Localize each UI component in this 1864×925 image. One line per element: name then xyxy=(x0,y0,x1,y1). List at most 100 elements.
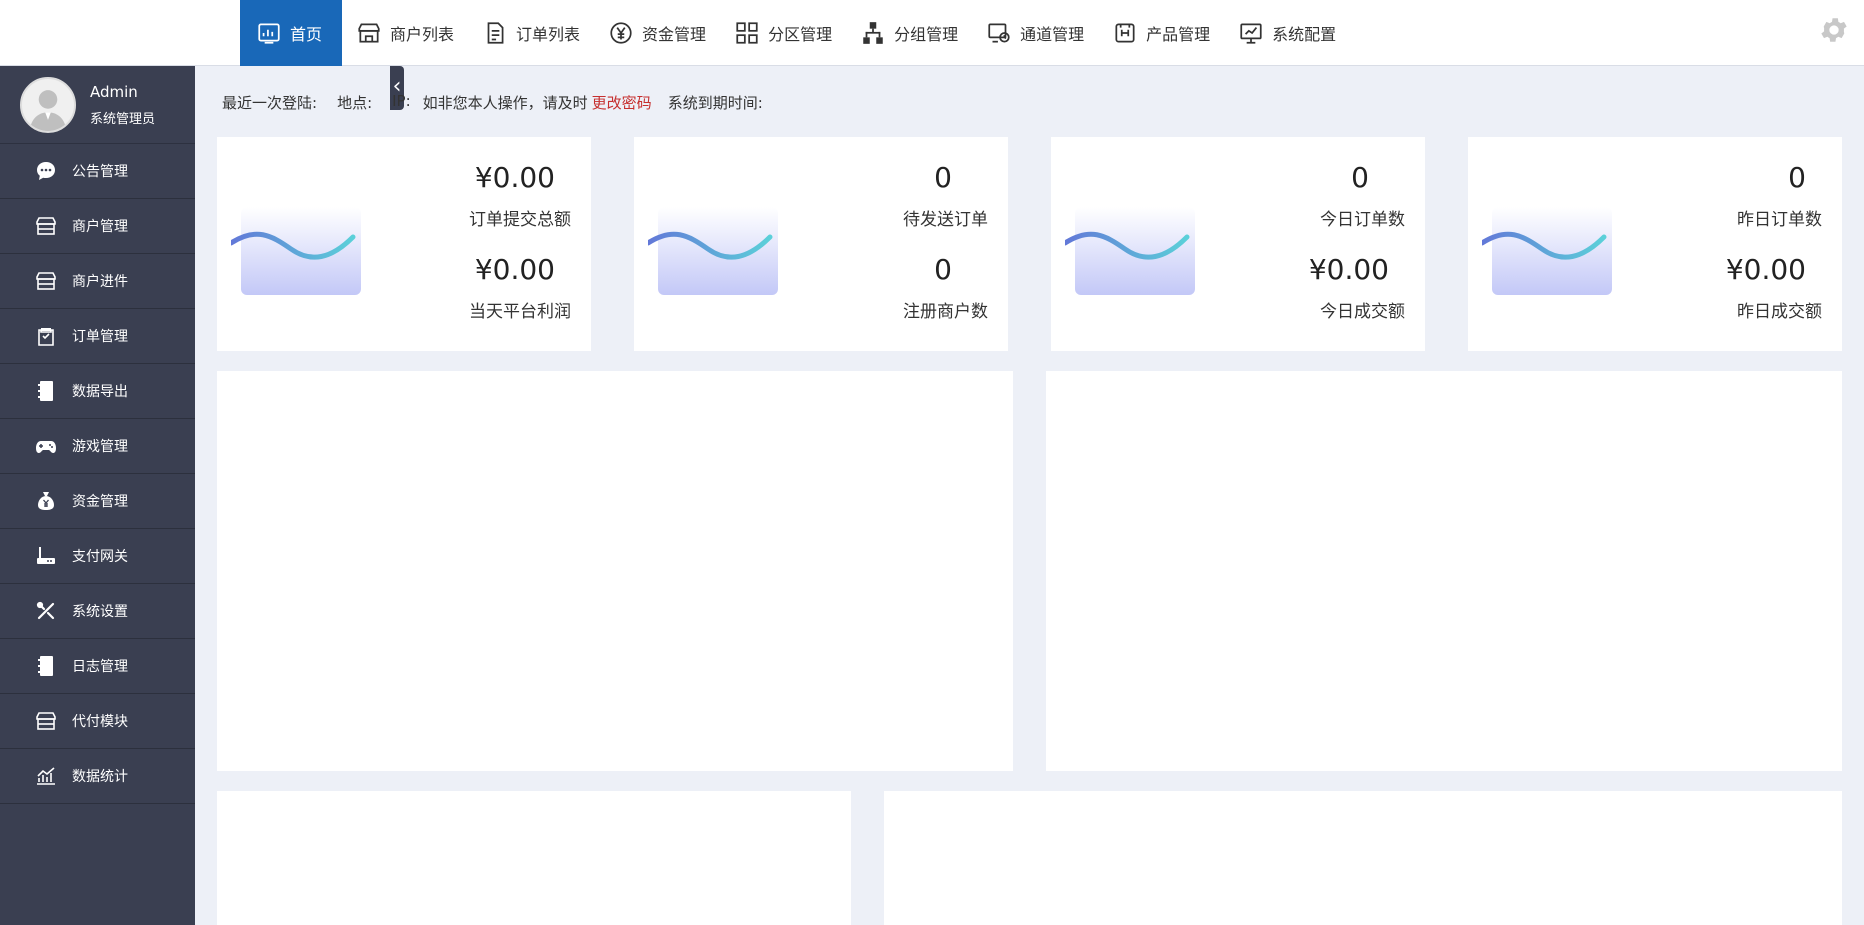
nav-label: 商户列表 xyxy=(390,25,455,44)
chart-panel-bottom-left xyxy=(217,791,851,925)
nav-item-zones[interactable]: 分区管理 xyxy=(720,0,846,66)
sidebar-item-data-export[interactable]: 数据导出 xyxy=(0,364,195,419)
nav-item-funds[interactable]: 资金管理 xyxy=(594,0,720,66)
nav-item-home[interactable]: 首页 xyxy=(240,0,343,66)
money-bag-icon xyxy=(38,492,54,510)
sidebar-item-game-management[interactable]: 游戏管理 xyxy=(0,419,195,474)
sidebar-item-label: 日志管理 xyxy=(72,659,128,675)
pending-orders-label: 待发送订单 xyxy=(903,210,988,230)
yesterday-turnover-label: 昨日成交额 xyxy=(1737,302,1822,322)
wave-chart-icon xyxy=(1482,207,1612,295)
notebook-icon xyxy=(38,656,53,676)
yen-circle-icon xyxy=(610,22,632,44)
nav-item-order-list[interactable]: 订单列表 xyxy=(468,0,594,66)
store-icon xyxy=(36,272,56,290)
notebook-icon xyxy=(38,381,53,401)
registered-merchants-value: 0 xyxy=(934,253,952,286)
sidebar-item-payment-gateway[interactable]: 支付网关 xyxy=(0,529,195,584)
sidebar-item-announcements[interactable]: 公告管理 xyxy=(0,144,195,199)
sidebar-item-log-management[interactable]: 日志管理 xyxy=(0,639,195,694)
user-profile: Admin 系统管理员 xyxy=(0,66,195,144)
gamepad-icon xyxy=(36,441,56,453)
expiry-label: 系统到期时间: xyxy=(667,94,763,112)
channel-icon xyxy=(988,23,1010,43)
nav-label: 订单列表 xyxy=(516,25,581,44)
change-password-link[interactable]: 更改密码 xyxy=(592,92,652,113)
user-name: Admin xyxy=(90,82,138,101)
nav-item-channels[interactable]: 通道管理 xyxy=(972,0,1098,66)
today-turnover-value: ¥0.00 xyxy=(1308,253,1389,286)
chart-panel-bottom-right xyxy=(884,791,1842,925)
today-orders-value: 0 xyxy=(1351,161,1369,194)
stat-card-order-totals: ¥0.00 订单提交总额 ¥0.00 当天平台利润 xyxy=(217,137,591,351)
sidebar-item-statistics[interactable]: 数据统计 xyxy=(0,749,195,804)
user-avatar-icon xyxy=(29,89,67,131)
store-icon xyxy=(36,217,56,235)
sidebar-item-label: 数据导出 xyxy=(72,384,128,400)
top-navbar: 首页 商户列表 订单列表 资金管理 分区管理 分组管理 通道管理 产品管理 系统… xyxy=(0,0,1864,66)
sidebar-item-system-settings[interactable]: 系统设置 xyxy=(0,584,195,639)
sidebar-item-label: 资金管理 xyxy=(72,494,128,510)
last-login-label: 最近一次登陆: xyxy=(222,94,318,112)
chart-panel-left xyxy=(217,371,1013,771)
sidebar-item-label: 代付模块 xyxy=(72,714,128,730)
nav-label: 分区管理 xyxy=(768,25,833,44)
clipboard-icon xyxy=(38,328,54,346)
pending-orders-value: 0 xyxy=(934,161,952,194)
sidebar-item-label: 游戏管理 xyxy=(72,439,128,455)
sidebar: Admin 系统管理员 公告管理 商户管理 商户进件 订单管理 数据导出 游戏管… xyxy=(0,66,195,925)
avatar xyxy=(20,76,76,133)
sidebar-item-label: 数据统计 xyxy=(72,769,128,785)
today-turnover-label: 今日成交额 xyxy=(1320,302,1405,322)
yesterday-orders-label: 昨日订单数 xyxy=(1737,210,1822,230)
tools-icon xyxy=(36,601,55,620)
security-notice: 如非您本人操作，请及时 xyxy=(422,94,588,112)
registered-merchants-label: 注册商户数 xyxy=(903,302,988,322)
chat-bubble-icon xyxy=(37,162,55,180)
nav-item-products[interactable]: 产品管理 xyxy=(1098,0,1224,66)
store-icon xyxy=(36,712,56,730)
sidebar-item-label: 公告管理 xyxy=(72,164,128,180)
yesterday-turnover-value: ¥0.00 xyxy=(1725,253,1806,286)
sidebar-item-merchant-management[interactable]: 商户管理 xyxy=(0,199,195,254)
login-info-bar: 最近一次登陆: 地点: IP: 如非您本人操作，请及时 更改密码 系统到期时间: xyxy=(222,92,783,113)
ip-label: IP: xyxy=(392,92,411,110)
stat-card-pending-orders: 0 待发送订单 0 注册商户数 xyxy=(634,137,1008,351)
today-orders-label: 今日订单数 xyxy=(1320,210,1405,230)
line-chart-icon xyxy=(37,767,55,785)
grid-icon xyxy=(736,22,758,44)
daily-profit-label: 当天平台利润 xyxy=(469,302,571,322)
order-total-value: ¥0.00 xyxy=(474,161,555,194)
chart-panel-right xyxy=(1046,371,1842,771)
main-nav: 首页 商户列表 订单列表 资金管理 分区管理 分组管理 通道管理 产品管理 系统… xyxy=(240,0,1350,66)
sidebar-item-label: 订单管理 xyxy=(72,329,128,345)
nav-item-groups[interactable]: 分组管理 xyxy=(846,0,972,66)
nav-item-system-config[interactable]: 系统配置 xyxy=(1224,0,1350,66)
sidebar-item-order-management[interactable]: 订单管理 xyxy=(0,309,195,364)
nav-label: 产品管理 xyxy=(1146,25,1211,44)
stat-card-today: 0 今日订单数 ¥0.00 今日成交额 xyxy=(1051,137,1425,351)
product-icon xyxy=(1115,23,1135,43)
sidebar-item-label: 商户管理 xyxy=(72,219,128,235)
sidebar-item-label: 商户进件 xyxy=(72,274,128,290)
wave-chart-icon xyxy=(231,207,361,295)
sidebar-item-merchant-onboarding[interactable]: 商户进件 xyxy=(0,254,195,309)
nav-item-merchant-list[interactable]: 商户列表 xyxy=(342,0,468,66)
sidebar-collapse-button[interactable]: ‹ xyxy=(195,66,404,112)
user-role: 系统管理员 xyxy=(90,111,156,127)
sidebar-item-funds-management[interactable]: 资金管理 xyxy=(0,474,195,529)
wave-chart-icon xyxy=(648,207,778,295)
monitor-icon xyxy=(1240,23,1262,44)
location-label: 地点: xyxy=(337,94,373,112)
sidebar-item-label: 系统设置 xyxy=(72,604,128,620)
gear-icon[interactable] xyxy=(1818,14,1850,46)
nav-label: 首页 xyxy=(290,25,323,44)
nav-label: 资金管理 xyxy=(642,25,707,44)
router-icon xyxy=(37,547,55,564)
sidebar-item-payout-module[interactable]: 代付模块 xyxy=(0,694,195,749)
hierarchy-icon xyxy=(863,22,883,44)
wave-chart-icon xyxy=(1065,207,1195,295)
dashboard-icon xyxy=(258,23,280,44)
store-icon xyxy=(358,23,380,43)
stat-card-yesterday: 0 昨日订单数 ¥0.00 昨日成交额 xyxy=(1468,137,1842,351)
